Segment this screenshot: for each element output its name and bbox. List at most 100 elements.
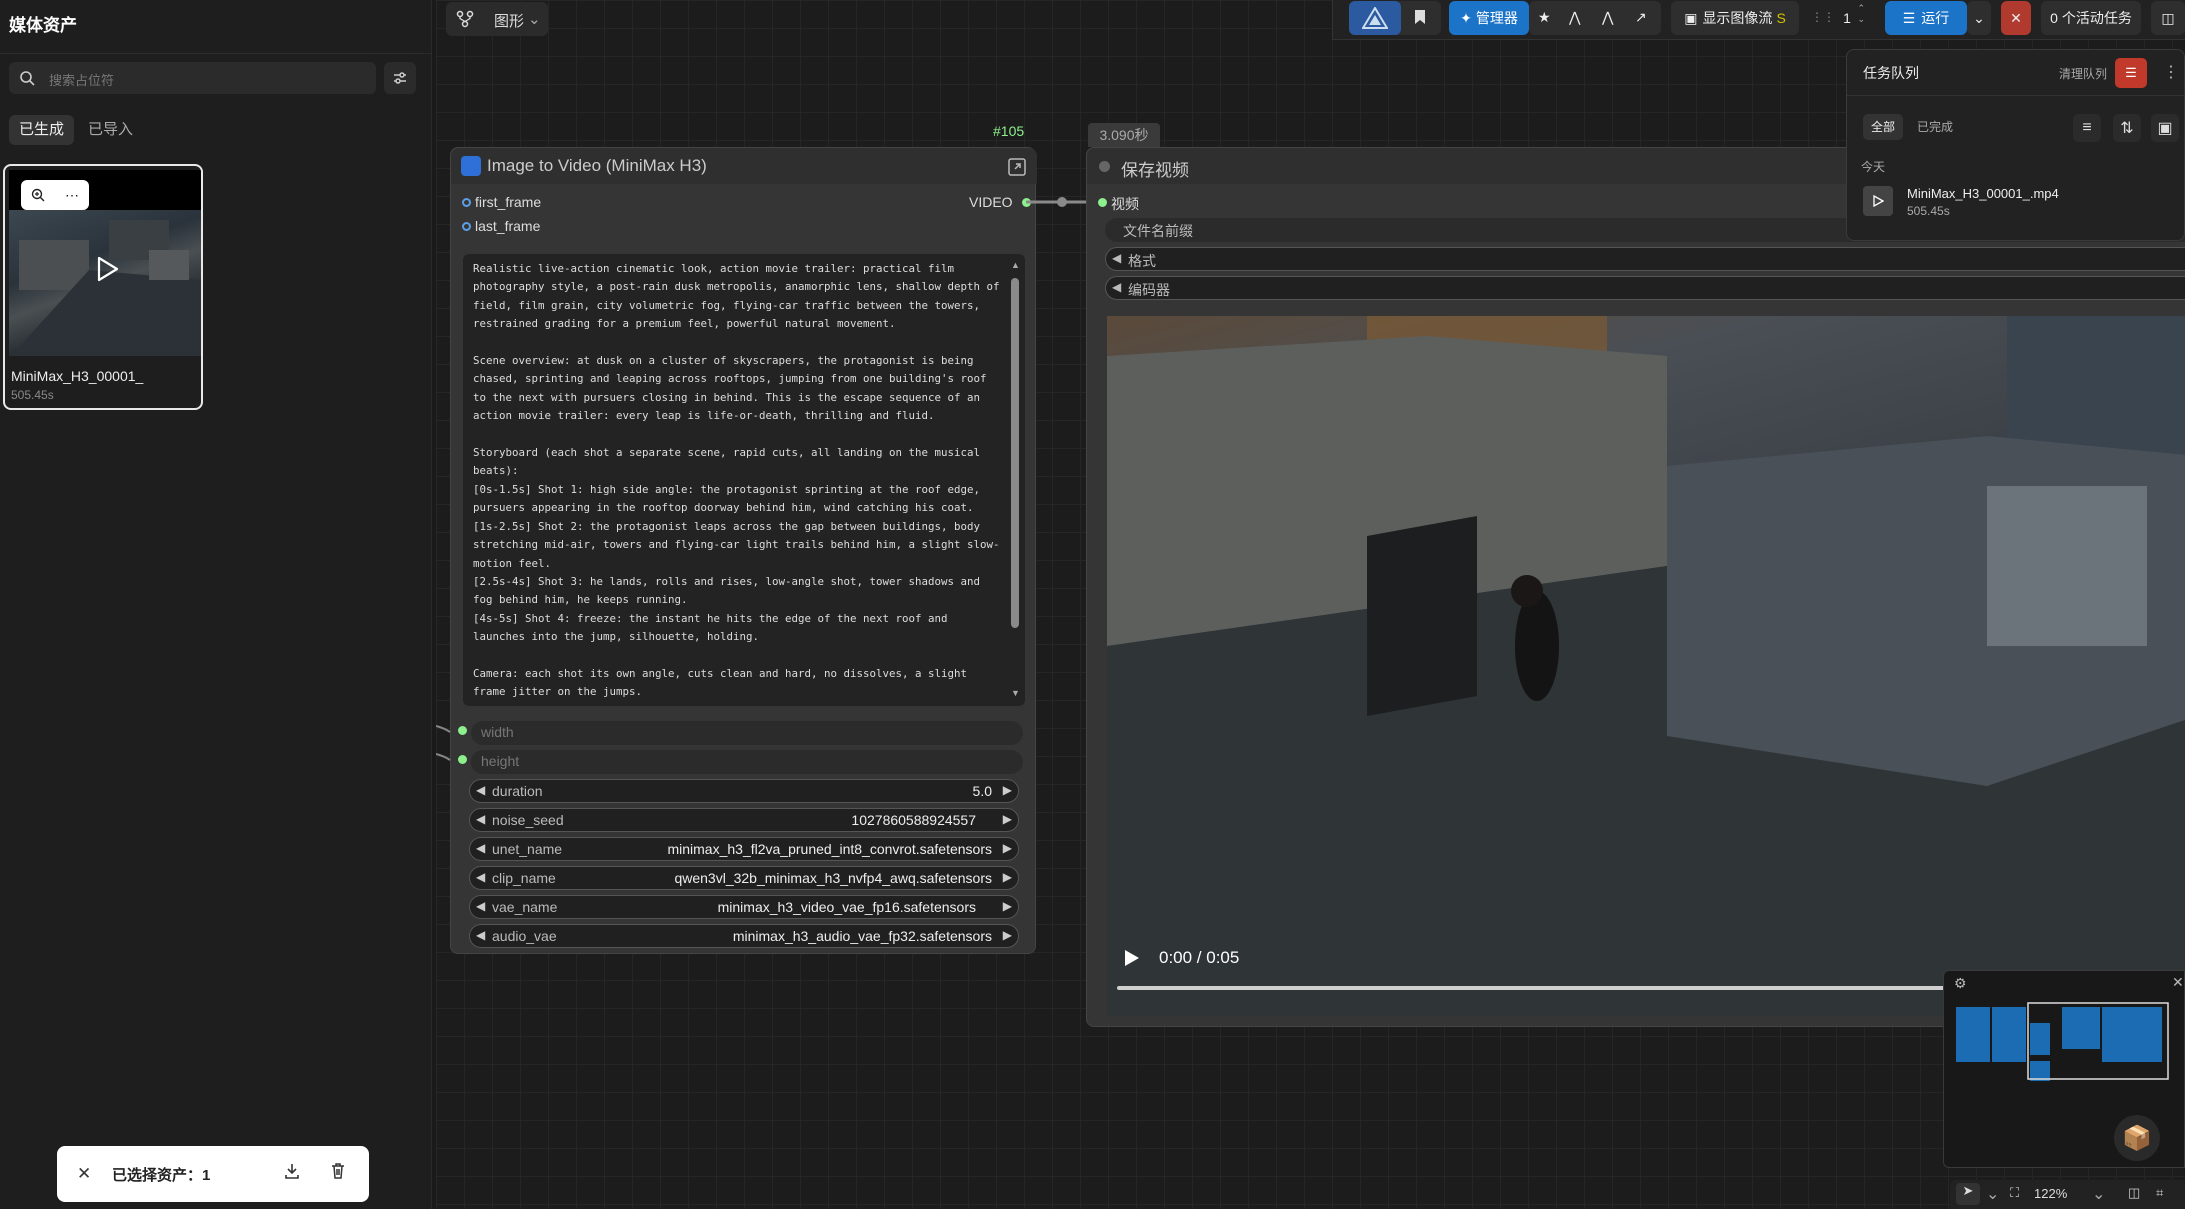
map-icon[interactable]: ◫ <box>2128 1185 2140 1201</box>
asset-name: MiniMax_H3_00001_ <box>11 368 144 384</box>
image-view-icon[interactable]: ▣ <box>2151 114 2179 142</box>
image-icon: ▣ <box>1684 9 1698 26</box>
zoom-in-icon[interactable] <box>31 188 45 202</box>
filter-icon[interactable]: ≡ <box>2073 114 2101 142</box>
image-flow-button[interactable]: ▣ 显示图像流 S <box>1671 1 1799 35</box>
minimap[interactable]: ⚙ ✕ 📦 <box>1943 970 2185 1168</box>
settings-icon[interactable]: ⚙ <box>1954 975 1967 992</box>
close-icon[interactable]: ✕ <box>2172 974 2184 991</box>
next-icon[interactable]: ▶ <box>1003 841 1012 855</box>
logo-group <box>1349 1 1441 35</box>
save-video-node[interactable]: 保存视频 视频 文件名前缀 ◀ 格式 ◀ 编码器 0:00 / 0:05 <box>1086 147 2185 1027</box>
format-widget[interactable]: ◀ 格式 <box>1105 247 2185 271</box>
link-visibility-icon[interactable]: ⌗ <box>2156 1185 2163 1201</box>
active-tasks-button[interactable]: 0 个活动任务 <box>2041 1 2141 35</box>
batch-count-value: 1 <box>1843 10 1851 26</box>
star-icon[interactable]: ★ <box>1538 9 1551 26</box>
audio-vae-widget[interactable]: ◀ audio_vae minimax_h3_audio_vae_fp32.safe… <box>469 924 1019 948</box>
toolbar-icon-group: ★ ⋀ ⋀ ↗ <box>1529 1 1661 35</box>
increment-icon[interactable]: ▶ <box>1003 783 1012 797</box>
prev-icon[interactable]: ◀ <box>1112 251 1121 265</box>
prev-icon[interactable]: ◀ <box>476 928 485 942</box>
video-frame <box>1107 316 2185 1016</box>
node-alt-icon[interactable]: ⋀ <box>1602 9 1613 26</box>
filter-settings-button[interactable] <box>384 62 416 94</box>
node-icon[interactable]: ⋀ <box>1569 9 1580 26</box>
widget-value: minimax_h3_fl2va_pruned_int8_convrot.saf… <box>667 841 992 857</box>
share-icon[interactable]: ↗ <box>1635 9 1647 26</box>
height-input-dot[interactable] <box>458 755 467 764</box>
scrollbar[interactable]: ▲ ▼ <box>1011 260 1020 698</box>
graph-menu-button[interactable]: 图形 ⌄ <box>446 2 548 36</box>
close-icon: ✕ <box>2010 9 2022 26</box>
chevron-down-icon[interactable]: ⌄ <box>2092 1184 2105 1204</box>
scroll-down-icon[interactable]: ▼ <box>1011 688 1020 698</box>
clip-name-widget[interactable]: ◀ clip_name qwen3vl_32b_minimax_h3_nvfp4_a… <box>469 866 1019 890</box>
decrement-icon[interactable]: ◀ <box>476 812 485 826</box>
image-flow-label: 显示图像流 <box>1702 10 1773 26</box>
play-icon[interactable] <box>1121 948 1141 968</box>
play-icon[interactable] <box>1863 186 1893 216</box>
stepper-icon[interactable]: ⌃ ⌄ <box>1857 3 1865 25</box>
prev-icon[interactable]: ◀ <box>476 841 485 855</box>
input-slot-dot[interactable] <box>462 198 471 207</box>
package-icon[interactable]: 📦 <box>2114 1115 2160 1161</box>
queue-item-name: MiniMax_H3_00001_.mp4 <box>1907 186 2059 201</box>
next-icon[interactable]: ▶ <box>1003 870 1012 884</box>
prev-icon[interactable]: ◀ <box>476 870 485 884</box>
node-type-icon <box>461 156 481 176</box>
next-icon[interactable]: ▶ <box>1003 899 1012 913</box>
vae-name-widget[interactable]: ◀ vae_name minimax_h3_video_vae_fp16.safet… <box>469 895 1019 919</box>
collapse-dot-icon[interactable] <box>1099 161 1110 172</box>
prev-icon[interactable]: ◀ <box>476 899 485 913</box>
image-to-video-node[interactable]: Image to Video (MiniMax H3) first_frame … <box>450 147 1037 954</box>
batch-count-input[interactable]: 1 ⌃ ⌄ <box>1827 1 1867 35</box>
close-icon[interactable]: ✕ <box>77 1164 91 1184</box>
video-player[interactable]: 0:00 / 0:05 <box>1107 316 2185 1016</box>
prev-icon[interactable]: ◀ <box>1112 280 1121 294</box>
tab-generated[interactable]: 已生成 <box>9 115 75 145</box>
node-header[interactable]: Image to Video (MiniMax H3) <box>451 148 1037 184</box>
input-slot-dot[interactable] <box>1098 198 1107 207</box>
codec-widget[interactable]: ◀ 编码器 <box>1105 276 2185 300</box>
more-icon[interactable]: ⋮ <box>2163 62 2179 82</box>
download-icon[interactable] <box>283 1162 301 1180</box>
queue-tab-all[interactable]: 全部 <box>1863 114 1904 140</box>
cancel-button[interactable]: ✕ <box>2001 1 2031 35</box>
bookmark-icon[interactable] <box>1413 9 1427 25</box>
scroll-up-icon[interactable]: ▲ <box>1011 260 1020 270</box>
fit-view-icon[interactable]: ⛶ <box>2010 1185 2019 1201</box>
more-icon[interactable]: ⋯ <box>65 187 79 204</box>
scrollbar-thumb[interactable] <box>1011 278 1019 628</box>
search-input[interactable]: 搜索占位符 <box>9 62 376 94</box>
width-input-dot[interactable] <box>458 726 467 735</box>
sort-icon[interactable]: ⇅ <box>2113 114 2141 142</box>
chevron-down-icon[interactable]: ⌄ <box>1986 1184 1999 1204</box>
input-slot-dot[interactable] <box>462 222 471 231</box>
clear-queue-button[interactable]: ☰ <box>2115 58 2147 88</box>
queue-tab-completed[interactable]: 已完成 <box>1909 114 1961 140</box>
prompt-textarea[interactable]: Realistic live-action cinematic look, ac… <box>463 254 1025 706</box>
asset-card[interactable]: ⋯ MiniMax_H3_00001_ 505.45s <box>3 164 203 410</box>
manager-button[interactable]: ✦ 管理器 <box>1449 1 1529 35</box>
run-button[interactable]: ☰ 运行 <box>1885 1 1967 35</box>
run-options-button[interactable]: ⌄ <box>1967 1 1991 35</box>
noise-seed-widget[interactable]: ◀ noise_seed 1027860588924557 ▶ <box>469 808 1019 832</box>
canvas-tools: ➤ ⌄ ⛶ 122% ⌄ ◫ ⌗ <box>1950 1180 2185 1209</box>
panel-toggle-button[interactable]: ◫ <box>2151 1 2185 35</box>
input-first-frame: first_frame <box>475 194 542 210</box>
delete-icon[interactable] <box>329 1162 347 1180</box>
next-icon[interactable]: ▶ <box>1003 928 1012 942</box>
expand-icon[interactable] <box>1007 157 1027 177</box>
widget-value: minimax_h3_audio_vae_fp32.safetensors <box>732 928 992 944</box>
app-logo-icon[interactable] <box>1349 1 1401 35</box>
zoom-level[interactable]: 122% <box>2034 1186 2067 1201</box>
unet-name-widget[interactable]: ◀ unet_name minimax_h3_fl2va_pruned_int8_c… <box>469 837 1019 861</box>
play-icon[interactable] <box>91 254 121 284</box>
increment-icon[interactable]: ▶ <box>1003 812 1012 826</box>
decrement-icon[interactable]: ◀ <box>476 783 485 797</box>
tab-imported[interactable]: 已导入 <box>78 115 143 145</box>
pointer-icon[interactable]: ➤ <box>1956 1183 1980 1205</box>
queue-item-duration: 505.45s <box>1907 204 1950 218</box>
duration-widget[interactable]: ◀ duration 5.0 ▶ <box>469 779 1019 803</box>
